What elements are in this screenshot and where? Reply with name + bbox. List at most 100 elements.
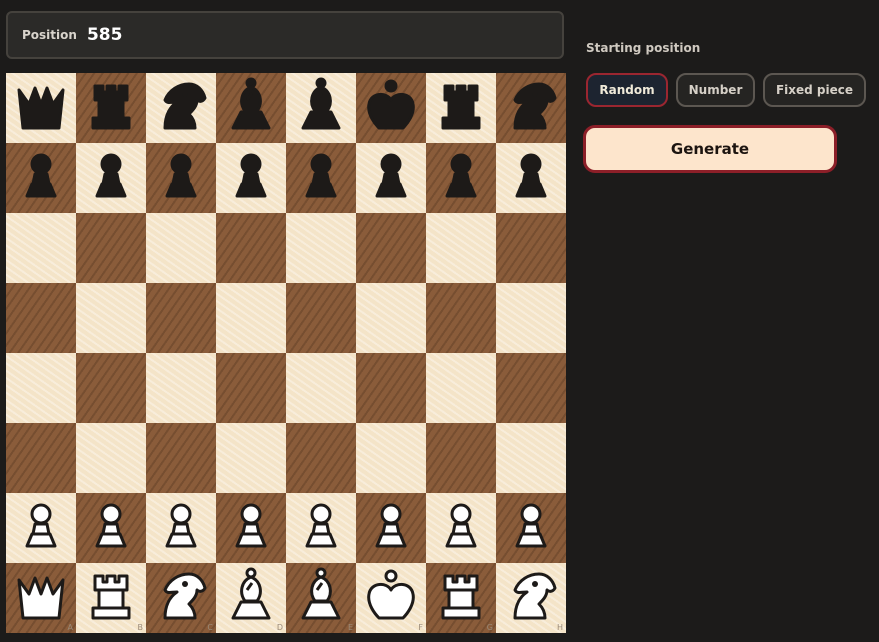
square-f8[interactable] [356, 73, 426, 143]
square-d4[interactable] [216, 353, 286, 423]
white-bishop-icon[interactable] [291, 566, 351, 630]
square-c1[interactable]: C [146, 563, 216, 633]
square-b3[interactable] [76, 423, 146, 493]
square-e1[interactable]: E [286, 563, 356, 633]
square-a3[interactable] [6, 423, 76, 493]
white-pawn-icon[interactable] [221, 496, 281, 560]
square-b4[interactable] [76, 353, 146, 423]
black-queen-icon[interactable] [11, 76, 71, 140]
square-a7[interactable] [6, 143, 76, 213]
square-d1[interactable]: D [216, 563, 286, 633]
square-g5[interactable] [426, 283, 496, 353]
white-knight-icon[interactable] [151, 566, 211, 630]
white-pawn-icon[interactable] [81, 496, 141, 560]
black-bishop-icon[interactable] [291, 76, 351, 140]
square-f7[interactable] [356, 143, 426, 213]
square-d8[interactable] [216, 73, 286, 143]
square-e2[interactable] [286, 493, 356, 563]
white-pawn-icon[interactable] [151, 496, 211, 560]
black-pawn-icon[interactable] [431, 146, 491, 210]
square-e5[interactable] [286, 283, 356, 353]
square-b8[interactable] [76, 73, 146, 143]
black-pawn-icon[interactable] [501, 146, 561, 210]
square-e8[interactable] [286, 73, 356, 143]
square-g7[interactable] [426, 143, 496, 213]
white-pawn-icon[interactable] [501, 496, 561, 560]
square-h7[interactable] [496, 143, 566, 213]
square-h1[interactable]: H [496, 563, 566, 633]
square-b6[interactable] [76, 213, 146, 283]
black-bishop-icon[interactable] [221, 76, 281, 140]
black-pawn-icon[interactable] [151, 146, 211, 210]
square-c5[interactable] [146, 283, 216, 353]
square-g4[interactable] [426, 353, 496, 423]
square-g2[interactable] [426, 493, 496, 563]
random-option-button[interactable]: Random [586, 73, 668, 107]
square-a1[interactable]: A [6, 563, 76, 633]
square-h8[interactable] [496, 73, 566, 143]
square-b2[interactable] [76, 493, 146, 563]
square-d6[interactable] [216, 213, 286, 283]
square-d2[interactable] [216, 493, 286, 563]
square-f3[interactable] [356, 423, 426, 493]
white-king-icon[interactable] [361, 566, 421, 630]
square-e6[interactable] [286, 213, 356, 283]
square-c3[interactable] [146, 423, 216, 493]
black-knight-icon[interactable] [501, 76, 561, 140]
black-pawn-icon[interactable] [291, 146, 351, 210]
white-pawn-icon[interactable] [431, 496, 491, 560]
square-e7[interactable] [286, 143, 356, 213]
square-c7[interactable] [146, 143, 216, 213]
black-king-icon[interactable] [361, 76, 421, 140]
white-bishop-icon[interactable] [221, 566, 281, 630]
square-a6[interactable] [6, 213, 76, 283]
white-queen-icon[interactable] [11, 566, 71, 630]
black-pawn-icon[interactable] [11, 146, 71, 210]
square-f2[interactable] [356, 493, 426, 563]
square-e4[interactable] [286, 353, 356, 423]
square-b5[interactable] [76, 283, 146, 353]
square-g3[interactable] [426, 423, 496, 493]
square-c2[interactable] [146, 493, 216, 563]
square-e3[interactable] [286, 423, 356, 493]
black-knight-icon[interactable] [151, 76, 211, 140]
generate-button[interactable]: Generate [583, 125, 837, 173]
square-g1[interactable]: G [426, 563, 496, 633]
white-rook-icon[interactable] [81, 566, 141, 630]
square-g6[interactable] [426, 213, 496, 283]
square-d3[interactable] [216, 423, 286, 493]
square-h5[interactable] [496, 283, 566, 353]
black-pawn-icon[interactable] [361, 146, 421, 210]
square-a4[interactable] [6, 353, 76, 423]
square-f4[interactable] [356, 353, 426, 423]
square-a5[interactable] [6, 283, 76, 353]
square-a8[interactable] [6, 73, 76, 143]
white-pawn-icon[interactable] [11, 496, 71, 560]
black-pawn-icon[interactable] [221, 146, 281, 210]
square-d5[interactable] [216, 283, 286, 353]
white-rook-icon[interactable] [431, 566, 491, 630]
white-pawn-icon[interactable] [291, 496, 351, 560]
square-b1[interactable]: B [76, 563, 146, 633]
square-h4[interactable] [496, 353, 566, 423]
square-d7[interactable] [216, 143, 286, 213]
white-knight-icon[interactable] [501, 566, 561, 630]
square-b7[interactable] [76, 143, 146, 213]
square-a2[interactable] [6, 493, 76, 563]
square-c4[interactable] [146, 353, 216, 423]
square-g8[interactable] [426, 73, 496, 143]
black-pawn-icon[interactable] [81, 146, 141, 210]
chess-board[interactable]: A B C D E F G H [6, 73, 566, 633]
fixed-piece-option-button[interactable]: Fixed piece [763, 73, 866, 107]
square-h3[interactable] [496, 423, 566, 493]
square-c8[interactable] [146, 73, 216, 143]
black-rook-icon[interactable] [81, 76, 141, 140]
square-h2[interactable] [496, 493, 566, 563]
black-rook-icon[interactable] [431, 76, 491, 140]
square-f1[interactable]: F [356, 563, 426, 633]
white-pawn-icon[interactable] [361, 496, 421, 560]
square-h6[interactable] [496, 213, 566, 283]
square-f5[interactable] [356, 283, 426, 353]
square-f6[interactable] [356, 213, 426, 283]
number-option-button[interactable]: Number [676, 73, 755, 107]
